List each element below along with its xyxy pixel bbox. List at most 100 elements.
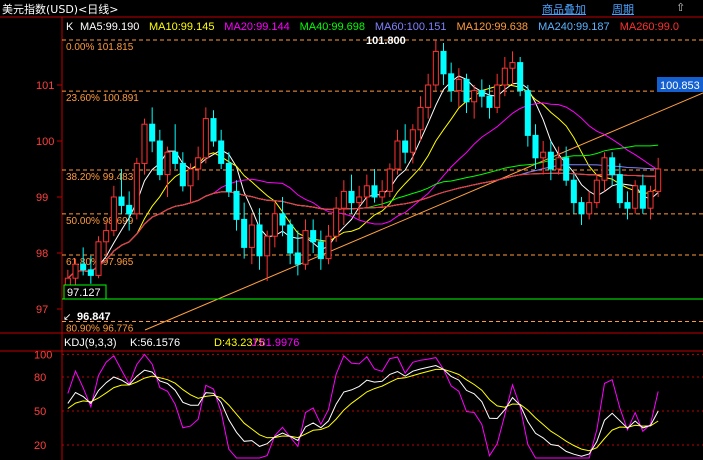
price-tick-label: 101 bbox=[36, 80, 54, 92]
kdj-tick-label: 20 bbox=[34, 440, 46, 452]
candle-body bbox=[647, 190, 654, 209]
support-price-label: 97.127 bbox=[67, 287, 101, 299]
candle-body bbox=[294, 252, 301, 265]
candle-body bbox=[371, 185, 378, 198]
candle-body bbox=[455, 78, 462, 92]
ma-legend-item: MA20:99.144 bbox=[224, 21, 289, 33]
candle-body bbox=[409, 129, 416, 153]
candle-body bbox=[179, 162, 186, 187]
candle-body bbox=[586, 202, 593, 215]
candle-body bbox=[302, 230, 309, 265]
price-tick-label: 99 bbox=[36, 192, 48, 204]
candle-body bbox=[616, 174, 623, 204]
series-label: K bbox=[66, 21, 74, 33]
kdj-legend: KDJ(9,3,3) K:56.1576 D:43.2375 J:81.9976 bbox=[64, 337, 299, 349]
candle-body bbox=[310, 230, 317, 243]
price-tick-label: 100 bbox=[36, 136, 54, 148]
candle-body bbox=[609, 157, 616, 176]
kline-chart[interactable]: 101 100 99 98 97 0.00% 101.815 23.60% 100.891… bbox=[0, 0, 703, 460]
candle-body bbox=[256, 224, 263, 257]
price-tick-label: 98 bbox=[36, 248, 48, 260]
candle-body bbox=[195, 157, 202, 170]
ma-legend-item: MA120:99.638 bbox=[457, 21, 529, 33]
candle-body bbox=[225, 162, 232, 192]
low-price-marker: ↙ 96.847 bbox=[63, 311, 111, 323]
fib-level-label: 0.00% 101.815 bbox=[66, 42, 134, 53]
high-price-label: 101.800 bbox=[366, 35, 406, 47]
candle-body bbox=[164, 151, 171, 176]
price-axis: 101 100 99 98 97 bbox=[36, 80, 62, 316]
candle-body bbox=[340, 190, 347, 209]
candle-body bbox=[563, 157, 570, 181]
ma-legend: K MA5:99.190 MA10:99.145 MA20:99.144 MA40:9… bbox=[66, 21, 679, 33]
ma-line bbox=[67, 172, 659, 279]
candle-body bbox=[486, 95, 493, 108]
candle-body bbox=[202, 118, 209, 159]
candle-body bbox=[348, 190, 355, 204]
candle-body bbox=[386, 168, 393, 192]
ma-line bbox=[67, 102, 659, 279]
ma-line bbox=[67, 172, 659, 279]
current-price-label: 100.853 bbox=[660, 80, 700, 92]
candle-body bbox=[264, 235, 271, 257]
kdj-lines bbox=[67, 353, 659, 459]
candle-body bbox=[187, 168, 194, 187]
candle-body bbox=[72, 263, 79, 279]
ma-legend-item: MA240:99.187 bbox=[538, 21, 610, 33]
candle-body bbox=[156, 140, 163, 176]
ma-legend-item: MA60:100.151 bbox=[375, 21, 447, 33]
candle-body bbox=[103, 230, 110, 243]
candle-body bbox=[478, 90, 485, 97]
candle-body bbox=[356, 196, 363, 204]
candle-body bbox=[133, 162, 140, 215]
ma-line bbox=[67, 83, 659, 279]
candle-body bbox=[363, 185, 370, 198]
ma-line bbox=[67, 75, 659, 279]
candle-body bbox=[417, 106, 424, 131]
candle-body bbox=[448, 73, 455, 92]
candle-body bbox=[540, 151, 547, 159]
candle-body bbox=[379, 190, 386, 198]
ma-legend-item: MA260:99.0 bbox=[620, 21, 679, 33]
kdj-k-label: K:56.1576 bbox=[130, 337, 180, 349]
candle-body bbox=[524, 90, 531, 136]
candle-body bbox=[241, 218, 248, 248]
fib-level-label: 50.00% 98.699 bbox=[66, 216, 134, 227]
candle-body bbox=[248, 224, 255, 248]
candle-body bbox=[110, 196, 117, 232]
kdj-tick-label: 50 bbox=[34, 406, 46, 418]
candle-body bbox=[440, 50, 447, 75]
candle-body bbox=[471, 90, 478, 103]
candle-body bbox=[570, 179, 577, 204]
candle-body bbox=[394, 140, 401, 170]
candle-body bbox=[141, 123, 148, 164]
candle-body bbox=[87, 269, 94, 276]
candle-body bbox=[271, 213, 278, 237]
candle-body bbox=[632, 185, 639, 209]
candle-body bbox=[639, 185, 646, 209]
candle-body bbox=[578, 202, 585, 215]
candle-body bbox=[655, 168, 662, 192]
low-arrow-icon: ↙ bbox=[63, 312, 71, 323]
candle-body bbox=[325, 235, 332, 260]
candle-body bbox=[172, 151, 179, 164]
price-tick-label: 97 bbox=[36, 304, 48, 316]
candle-body bbox=[402, 140, 409, 153]
candle-body bbox=[80, 263, 87, 271]
kdj-axis: 100 80 50 20 bbox=[34, 349, 703, 452]
candle-body bbox=[463, 78, 470, 103]
ma-legend-item: MA10:99.145 bbox=[149, 21, 214, 33]
candle-body bbox=[501, 67, 508, 86]
low-price-label: 96.847 bbox=[77, 311, 111, 323]
candle-body bbox=[317, 241, 324, 260]
candle-body bbox=[210, 118, 217, 142]
fib-level-label: 38.20% 99.483 bbox=[66, 172, 134, 183]
candle-body bbox=[547, 151, 554, 170]
kdj-d-line bbox=[67, 368, 659, 452]
candle-body bbox=[494, 84, 501, 108]
candle-body bbox=[532, 134, 539, 159]
kdj-j-line bbox=[67, 353, 659, 459]
candle-body bbox=[517, 62, 524, 92]
candle-body bbox=[425, 84, 432, 108]
ma-legend-item: MA40:99.698 bbox=[300, 21, 365, 33]
